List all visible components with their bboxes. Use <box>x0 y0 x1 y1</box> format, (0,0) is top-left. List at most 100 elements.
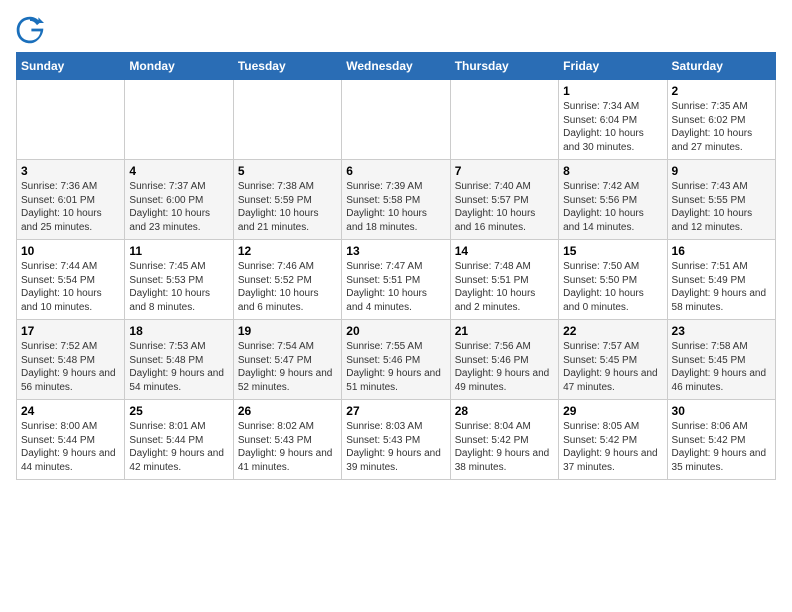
day-header-thursday: Thursday <box>450 53 558 80</box>
day-number: 26 <box>238 404 337 418</box>
day-number: 25 <box>129 404 228 418</box>
day-number: 17 <box>21 324 120 338</box>
calendar-cell: 1 Sunrise: 7:34 AM Sunset: 6:04 PM Daylig… <box>559 80 667 160</box>
cell-info: Sunrise: 7:42 AM Sunset: 5:56 PM Dayligh… <box>563 180 662 234</box>
cell-info: Sunrise: 7:34 AM Sunset: 6:04 PM Dayligh… <box>563 100 662 154</box>
calendar-cell: 19 Sunrise: 7:54 AM Sunset: 5:47 PM Dayli… <box>233 320 341 400</box>
day-number: 3 <box>21 164 120 178</box>
cell-info: Sunrise: 7:35 AM Sunset: 6:02 PM Dayligh… <box>672 100 771 154</box>
calendar-cell: 21 Sunrise: 7:56 AM Sunset: 5:46 PM Dayli… <box>450 320 558 400</box>
cell-info: Sunrise: 7:43 AM Sunset: 5:55 PM Dayligh… <box>672 180 771 234</box>
day-number: 5 <box>238 164 337 178</box>
day-number: 2 <box>672 84 771 98</box>
day-number: 1 <box>563 84 662 98</box>
day-number: 8 <box>563 164 662 178</box>
day-number: 15 <box>563 244 662 258</box>
calendar-cell <box>450 80 558 160</box>
calendar-cell <box>342 80 450 160</box>
cell-info: Sunrise: 7:50 AM Sunset: 5:50 PM Dayligh… <box>563 260 662 314</box>
day-header-friday: Friday <box>559 53 667 80</box>
calendar-cell: 15 Sunrise: 7:50 AM Sunset: 5:50 PM Dayli… <box>559 240 667 320</box>
day-number: 29 <box>563 404 662 418</box>
calendar-table: SundayMondayTuesdayWednesdayThursdayFrid… <box>16 52 776 480</box>
day-number: 27 <box>346 404 445 418</box>
cell-info: Sunrise: 8:03 AM Sunset: 5:43 PM Dayligh… <box>346 420 445 474</box>
day-number: 28 <box>455 404 554 418</box>
calendar-cell: 29 Sunrise: 8:05 AM Sunset: 5:42 PM Dayli… <box>559 400 667 480</box>
day-header-saturday: Saturday <box>667 53 775 80</box>
calendar-cell: 4Sunrise: 7:37 AM Sunset: 6:00 PM Daylig… <box>125 160 233 240</box>
day-number: 19 <box>238 324 337 338</box>
day-number: 14 <box>455 244 554 258</box>
calendar-cell: 17 Sunrise: 7:52 AM Sunset: 5:48 PM Dayli… <box>17 320 125 400</box>
day-number: 18 <box>129 324 228 338</box>
calendar-cell: 12Sunrise: 7:46 AM Sunset: 5:52 PM Dayli… <box>233 240 341 320</box>
cell-info: Sunrise: 7:56 AM Sunset: 5:46 PM Dayligh… <box>455 340 554 394</box>
calendar-cell <box>17 80 125 160</box>
page-header <box>16 16 776 44</box>
day-number: 30 <box>672 404 771 418</box>
day-number: 11 <box>129 244 228 258</box>
day-number: 9 <box>672 164 771 178</box>
calendar-cell: 28 Sunrise: 8:04 AM Sunset: 5:42 PM Dayli… <box>450 400 558 480</box>
calendar-cell: 24 Sunrise: 8:00 AM Sunset: 5:44 PM Dayli… <box>17 400 125 480</box>
cell-info: Sunrise: 7:48 AM Sunset: 5:51 PM Dayligh… <box>455 260 554 314</box>
calendar-cell: 8 Sunrise: 7:42 AM Sunset: 5:56 PM Daylig… <box>559 160 667 240</box>
cell-info: Sunrise: 7:47 AM Sunset: 5:51 PM Dayligh… <box>346 260 445 314</box>
cell-info: Sunrise: 8:00 AM Sunset: 5:44 PM Dayligh… <box>21 420 120 474</box>
day-number: 22 <box>563 324 662 338</box>
calendar-cell: 10 Sunrise: 7:44 AM Sunset: 5:54 PM Dayli… <box>17 240 125 320</box>
cell-info: Sunrise: 7:58 AM Sunset: 5:45 PM Dayligh… <box>672 340 771 394</box>
calendar-cell: 11 Sunrise: 7:45 AM Sunset: 5:53 PM Dayli… <box>125 240 233 320</box>
cell-info: Sunrise: 7:45 AM Sunset: 5:53 PM Dayligh… <box>129 260 228 314</box>
cell-info: Sunrise: 7:55 AM Sunset: 5:46 PM Dayligh… <box>346 340 445 394</box>
cell-info: Sunrise: 8:01 AM Sunset: 5:44 PM Dayligh… <box>129 420 228 474</box>
calendar-cell: 6 Sunrise: 7:39 AM Sunset: 5:58 PM Daylig… <box>342 160 450 240</box>
calendar-cell: 23 Sunrise: 7:58 AM Sunset: 5:45 PM Dayli… <box>667 320 775 400</box>
cell-info: Sunrise: 8:04 AM Sunset: 5:42 PM Dayligh… <box>455 420 554 474</box>
calendar-cell: 25 Sunrise: 8:01 AM Sunset: 5:44 PM Dayli… <box>125 400 233 480</box>
day-number: 13 <box>346 244 445 258</box>
day-header-sunday: Sunday <box>17 53 125 80</box>
day-number: 23 <box>672 324 771 338</box>
cell-info: Sunrise: 8:06 AM Sunset: 5:42 PM Dayligh… <box>672 420 771 474</box>
calendar-cell: 2 Sunrise: 7:35 AM Sunset: 6:02 PM Daylig… <box>667 80 775 160</box>
logo-icon <box>16 16 44 44</box>
day-number: 7 <box>455 164 554 178</box>
cell-info: Sunrise: 7:53 AM Sunset: 5:48 PM Dayligh… <box>129 340 228 394</box>
cell-info: Sunrise: 7:38 AM Sunset: 5:59 PM Dayligh… <box>238 180 337 234</box>
day-number: 24 <box>21 404 120 418</box>
logo <box>16 16 48 44</box>
calendar-cell: 16 Sunrise: 7:51 AM Sunset: 5:49 PM Dayli… <box>667 240 775 320</box>
calendar-cell: 7 Sunrise: 7:40 AM Sunset: 5:57 PM Daylig… <box>450 160 558 240</box>
day-header-tuesday: Tuesday <box>233 53 341 80</box>
calendar-cell: 14 Sunrise: 7:48 AM Sunset: 5:51 PM Dayli… <box>450 240 558 320</box>
cell-info: Sunrise: 7:51 AM Sunset: 5:49 PM Dayligh… <box>672 260 771 314</box>
cell-info: Sunrise: 7:52 AM Sunset: 5:48 PM Dayligh… <box>21 340 120 394</box>
day-number: 4 <box>129 164 228 178</box>
cell-info: Sunrise: 7:44 AM Sunset: 5:54 PM Dayligh… <box>21 260 120 314</box>
calendar-cell: 20Sunrise: 7:55 AM Sunset: 5:46 PM Dayli… <box>342 320 450 400</box>
calendar-cell: 22 Sunrise: 7:57 AM Sunset: 5:45 PM Dayli… <box>559 320 667 400</box>
day-number: 10 <box>21 244 120 258</box>
day-number: 6 <box>346 164 445 178</box>
day-number: 16 <box>672 244 771 258</box>
cell-info: Sunrise: 8:05 AM Sunset: 5:42 PM Dayligh… <box>563 420 662 474</box>
day-header-wednesday: Wednesday <box>342 53 450 80</box>
cell-info: Sunrise: 7:36 AM Sunset: 6:01 PM Dayligh… <box>21 180 120 234</box>
day-number: 12 <box>238 244 337 258</box>
cell-info: Sunrise: 7:40 AM Sunset: 5:57 PM Dayligh… <box>455 180 554 234</box>
calendar-header: SundayMondayTuesdayWednesdayThursdayFrid… <box>17 53 776 80</box>
calendar-cell: 3 Sunrise: 7:36 AM Sunset: 6:01 PM Daylig… <box>17 160 125 240</box>
day-number: 21 <box>455 324 554 338</box>
calendar-cell: 13 Sunrise: 7:47 AM Sunset: 5:51 PM Dayli… <box>342 240 450 320</box>
calendar-cell: 18 Sunrise: 7:53 AM Sunset: 5:48 PM Dayli… <box>125 320 233 400</box>
cell-info: Sunrise: 7:57 AM Sunset: 5:45 PM Dayligh… <box>563 340 662 394</box>
calendar-cell <box>125 80 233 160</box>
cell-info: Sunrise: 7:54 AM Sunset: 5:47 PM Dayligh… <box>238 340 337 394</box>
calendar-cell <box>233 80 341 160</box>
calendar-cell: 9 Sunrise: 7:43 AM Sunset: 5:55 PM Daylig… <box>667 160 775 240</box>
cell-info: Sunrise: 7:39 AM Sunset: 5:58 PM Dayligh… <box>346 180 445 234</box>
calendar-cell: 5 Sunrise: 7:38 AM Sunset: 5:59 PM Daylig… <box>233 160 341 240</box>
calendar-cell: 26Sunrise: 8:02 AM Sunset: 5:43 PM Dayli… <box>233 400 341 480</box>
